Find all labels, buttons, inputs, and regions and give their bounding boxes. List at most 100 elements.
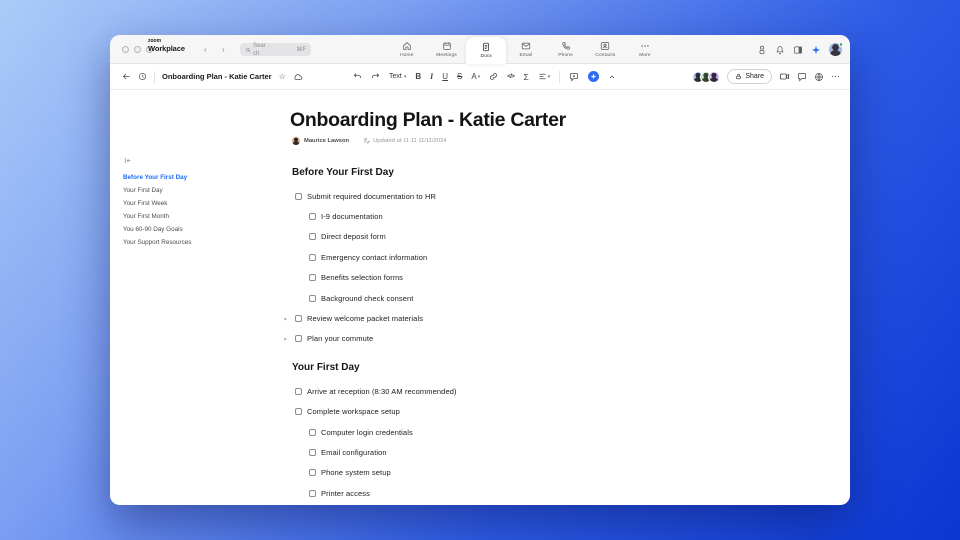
main-nav-tabs: Home Meetings Docs Email Phone Contacts … xyxy=(387,35,665,64)
meetings-icon xyxy=(442,41,452,51)
checkbox[interactable] xyxy=(309,294,316,302)
outline-item[interactable]: Before Your First Day xyxy=(123,171,278,184)
checkbox[interactable] xyxy=(309,253,316,261)
titlebar: zoom Workplace ‹ › Search ⌘F Home Meetin… xyxy=(110,35,850,64)
outline-item[interactable]: You 60-90 Day Goals xyxy=(123,223,278,236)
checklist-item[interactable]: Submit required documentation to HR xyxy=(290,186,730,206)
document-title[interactable]: Onboarding Plan - Katie Carter xyxy=(290,110,730,131)
outline-item[interactable]: Your Support Resources xyxy=(123,236,278,249)
insert-link-icon[interactable] xyxy=(489,72,498,81)
ai-companion-button[interactable] xyxy=(588,71,600,82)
nav-back-icon[interactable]: ‹ xyxy=(204,35,207,64)
collapse-outline-icon[interactable] xyxy=(123,156,278,166)
formula-button[interactable]: Σ xyxy=(523,72,528,82)
collaborator-avatars[interactable] xyxy=(692,70,721,83)
underline-button[interactable]: U xyxy=(442,72,448,81)
checklist-label: Plan your commute xyxy=(307,334,374,344)
author-avatar xyxy=(292,136,300,145)
globe-language-icon[interactable] xyxy=(814,72,824,82)
checklist-item[interactable]: Plan your commute xyxy=(284,329,730,349)
checkbox[interactable] xyxy=(295,335,302,343)
checkbox[interactable] xyxy=(309,469,316,477)
collapse-toolbar-icon[interactable] xyxy=(608,73,616,81)
text-style-dropdown[interactable]: Text ▾ xyxy=(389,73,406,80)
checkbox[interactable] xyxy=(295,315,302,323)
text-color-button[interactable]: A ▾ xyxy=(471,72,480,81)
tab-contacts[interactable]: Contacts xyxy=(585,35,625,64)
checkbox[interactable] xyxy=(309,448,316,456)
chat-icon[interactable] xyxy=(797,72,807,82)
checklist-label: Background check consent xyxy=(321,293,414,303)
author-name: Maurice Lawson xyxy=(304,137,350,144)
tab-docs[interactable]: Docs xyxy=(466,37,507,64)
checklist-item[interactable]: Computer login credentials xyxy=(290,422,730,442)
checklist-item[interactable]: Complete workspace setup xyxy=(290,402,730,422)
zoom-workplace-logo: zoom Workplace xyxy=(148,38,185,53)
close-window-button[interactable] xyxy=(122,46,129,53)
desktop-background: zoom Workplace ‹ › Search ⌘F Home Meetin… xyxy=(0,0,960,540)
video-call-icon[interactable] xyxy=(779,71,790,82)
code-block-button[interactable]: </> xyxy=(507,74,515,80)
notifications-bell-icon[interactable] xyxy=(775,45,785,55)
italic-button[interactable]: I xyxy=(430,72,433,81)
expand-toggle-icon[interactable] xyxy=(283,336,288,341)
expand-toggle-icon[interactable] xyxy=(283,316,288,321)
checkbox[interactable] xyxy=(309,489,316,497)
contacts-icon xyxy=(600,41,610,51)
checklist-item[interactable]: Direct deposit form xyxy=(290,227,730,247)
nav-forward-icon[interactable]: › xyxy=(222,35,225,64)
checklist-item[interactable]: Arrive at reception (8:30 AM recommended… xyxy=(290,381,730,401)
outline-item[interactable]: Your First Month xyxy=(123,210,278,223)
search-icon xyxy=(245,47,251,53)
strikethrough-button[interactable]: S xyxy=(457,72,462,81)
checkbox[interactable] xyxy=(309,233,316,241)
checklist-item[interactable]: Emergency contact information xyxy=(290,247,730,267)
ai-companion-sparkle-icon[interactable] xyxy=(811,45,821,55)
checklist-item[interactable]: Benefits selection forms xyxy=(290,268,730,288)
star-favorite-icon[interactable]: ☆ xyxy=(279,72,286,81)
more-options-icon[interactable]: ⋯ xyxy=(831,71,841,82)
section-heading: Before Your First Day xyxy=(292,167,394,178)
checklist-label: Arrive at reception (8:30 AM recommended… xyxy=(307,386,457,396)
share-button[interactable]: Share xyxy=(727,69,772,84)
search-input[interactable]: Search ⌘F xyxy=(240,43,311,57)
checklist-item[interactable]: Printer access xyxy=(290,483,730,503)
checklist-item[interactable]: Background check consent xyxy=(290,288,730,308)
checkbox[interactable] xyxy=(309,428,316,436)
checklist-label: Computer login credentials xyxy=(321,427,413,437)
checkbox[interactable] xyxy=(295,408,302,416)
side-panel-toggle-icon[interactable] xyxy=(793,45,803,55)
checklist-label: Direct deposit form xyxy=(321,232,386,242)
back-icon[interactable] xyxy=(122,72,131,81)
divider xyxy=(559,70,561,83)
doc-toolbar-formatting: Text ▾ B I U S A ▾ </> Σ ▾ xyxy=(353,64,616,89)
user-avatar[interactable] xyxy=(829,42,843,56)
docs-home-icon[interactable] xyxy=(138,72,147,81)
tab-email[interactable]: Email xyxy=(506,35,546,64)
alignment-dropdown[interactable]: ▾ xyxy=(538,72,550,81)
checklist-label: Emergency contact information xyxy=(321,252,428,262)
checkbox[interactable] xyxy=(309,213,316,221)
tab-home[interactable]: Home xyxy=(387,35,427,64)
redo-icon[interactable] xyxy=(371,72,380,81)
minimize-window-button[interactable] xyxy=(134,46,141,53)
tab-more[interactable]: More xyxy=(625,35,665,64)
bold-button[interactable]: B xyxy=(415,72,421,81)
checklist-item[interactable]: Email configuration xyxy=(290,442,730,462)
checkbox[interactable] xyxy=(295,387,302,395)
tab-phone[interactable]: Phone xyxy=(546,35,586,64)
assistant-icon[interactable] xyxy=(757,45,767,55)
phone-icon xyxy=(561,41,571,51)
tab-meetings[interactable]: Meetings xyxy=(427,35,467,64)
zoom-workplace-window: zoom Workplace ‹ › Search ⌘F Home Meetin… xyxy=(110,35,850,505)
undo-icon[interactable] xyxy=(353,72,362,81)
checklist-item[interactable]: I-9 documentation xyxy=(290,206,730,226)
outline-item[interactable]: Your First Week xyxy=(123,197,278,210)
checklist-item[interactable]: Review welcome packet materials xyxy=(284,308,730,328)
outline-item[interactable]: Your First Day xyxy=(123,184,278,197)
chevron-down-icon: ▾ xyxy=(403,73,407,80)
checkbox[interactable] xyxy=(309,274,316,282)
checklist-item[interactable]: Phone system setup xyxy=(290,463,730,483)
checkbox[interactable] xyxy=(295,192,302,200)
add-comment-icon[interactable] xyxy=(569,72,579,82)
